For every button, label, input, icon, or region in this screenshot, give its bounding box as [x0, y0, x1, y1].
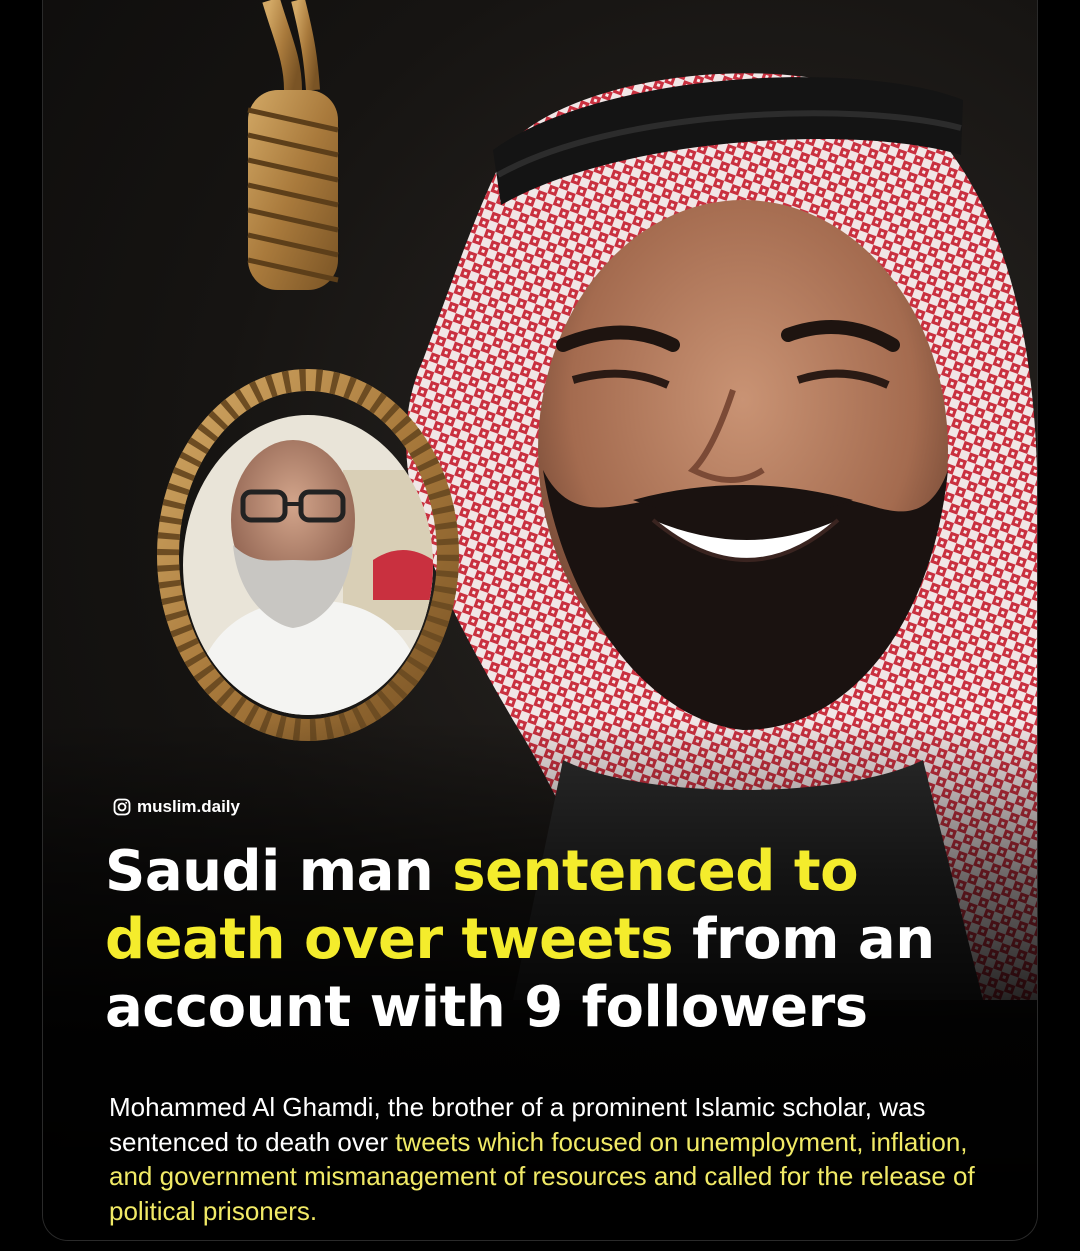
handle-text: muslim.daily — [137, 797, 240, 816]
instagram-icon — [113, 798, 131, 816]
source-handle[interactable]: muslim.daily — [113, 792, 240, 822]
article-summary: Mohammed Al Ghamdi, the brother of a pro… — [109, 1090, 989, 1228]
headline: Saudi man sentenced to death over tweets… — [105, 838, 1005, 1042]
headline-text-1: Saudi man — [105, 839, 453, 904]
post-card: muslim.daily Saudi man sentenced to deat… — [42, 0, 1038, 1241]
news-illustration — [43, 0, 1037, 1240]
